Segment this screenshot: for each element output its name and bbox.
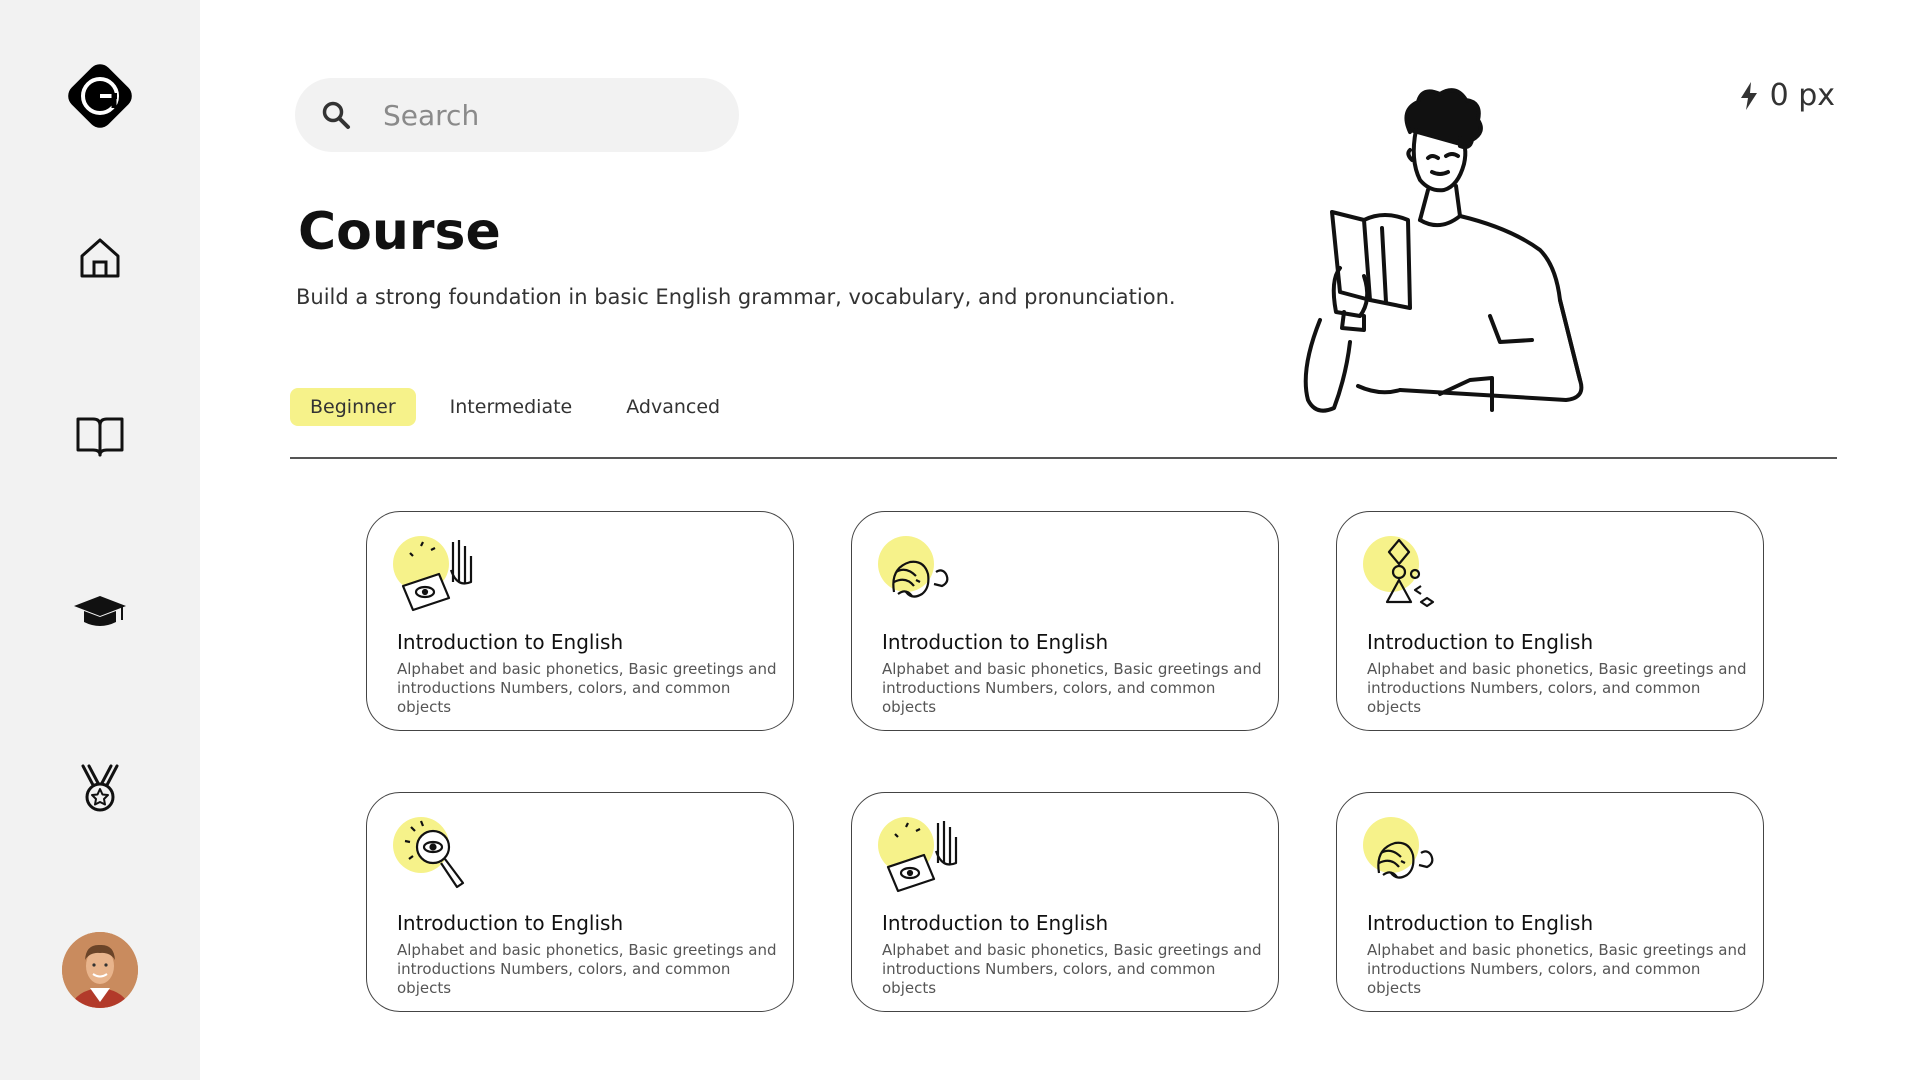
course-title: Introduction to English [397,630,624,654]
course-description: Alphabet and basic phonetics, Basic gree… [1367,660,1747,716]
course-card[interactable]: Introduction to English Alphabet and bas… [1336,511,1764,731]
avatar [62,932,138,1008]
magnifier-eye-icon [393,817,465,889]
app-root: 0 px Course Build a strong foundation in… [0,0,1920,1080]
book-icon [76,417,124,457]
tab-advanced[interactable]: Advanced [606,388,740,426]
lightning-bolt-icon [1738,81,1760,111]
points-display: 0 px [1738,78,1835,113]
home-icon [80,238,120,278]
laptop-eye-icon [393,536,473,612]
sidebar [0,0,200,1080]
speaking-head-icon [878,536,949,598]
search-icon[interactable] [319,98,353,132]
shapes-figure-icon [1363,536,1435,608]
course-title: Introduction to English [397,911,624,935]
sidebar-item-achievements[interactable] [0,762,200,814]
tabs-divider [290,457,1837,459]
course-title: Introduction to English [882,911,1109,935]
tab-beginner[interactable]: Beginner [290,388,416,426]
course-description: Alphabet and basic phonetics, Basic gree… [397,660,777,716]
sidebar-item-courses[interactable] [0,410,200,462]
course-card[interactable]: Introduction to English Alphabet and bas… [366,511,794,731]
course-title: Introduction to English [882,630,1109,654]
course-card[interactable]: Introduction to English Alphabet and bas… [851,792,1279,1012]
search-input[interactable] [381,97,705,133]
course-description: Alphabet and basic phonetics, Basic gree… [882,941,1262,997]
user-avatar[interactable] [0,930,200,1010]
page-subtitle: Build a strong foundation in basic Engli… [296,285,1176,309]
course-description: Alphabet and basic phonetics, Basic gree… [397,941,777,997]
course-card[interactable]: Introduction to English Alphabet and bas… [1336,792,1764,1012]
speaking-head-icon [1363,817,1434,879]
course-title: Introduction to English [1367,630,1594,654]
sidebar-item-learning[interactable] [0,586,200,638]
laptop-eye-icon [878,817,958,893]
page-title: Course [298,202,501,262]
course-description: Alphabet and basic phonetics, Basic gree… [882,660,1262,716]
course-title: Introduction to English [1367,911,1594,935]
tab-intermediate[interactable]: Intermediate [430,388,593,426]
points-value: 0 px [1769,78,1835,113]
reading-man-illustration [1303,88,1584,413]
logo-icon [68,64,132,128]
sidebar-item-home[interactable] [0,232,200,284]
course-description: Alphabet and basic phonetics, Basic gree… [1367,941,1747,997]
level-tabs: Beginner Intermediate Advanced [290,388,754,426]
logo[interactable] [0,56,200,136]
medal-icon [81,764,119,812]
search-bar[interactable] [295,78,739,152]
graduation-cap-icon [74,596,126,626]
course-card[interactable]: Introduction to English Alphabet and bas… [851,511,1279,731]
course-grid: Introduction to English Alphabet and bas… [366,511,1764,1012]
course-card[interactable]: Introduction to English Alphabet and bas… [366,792,794,1012]
